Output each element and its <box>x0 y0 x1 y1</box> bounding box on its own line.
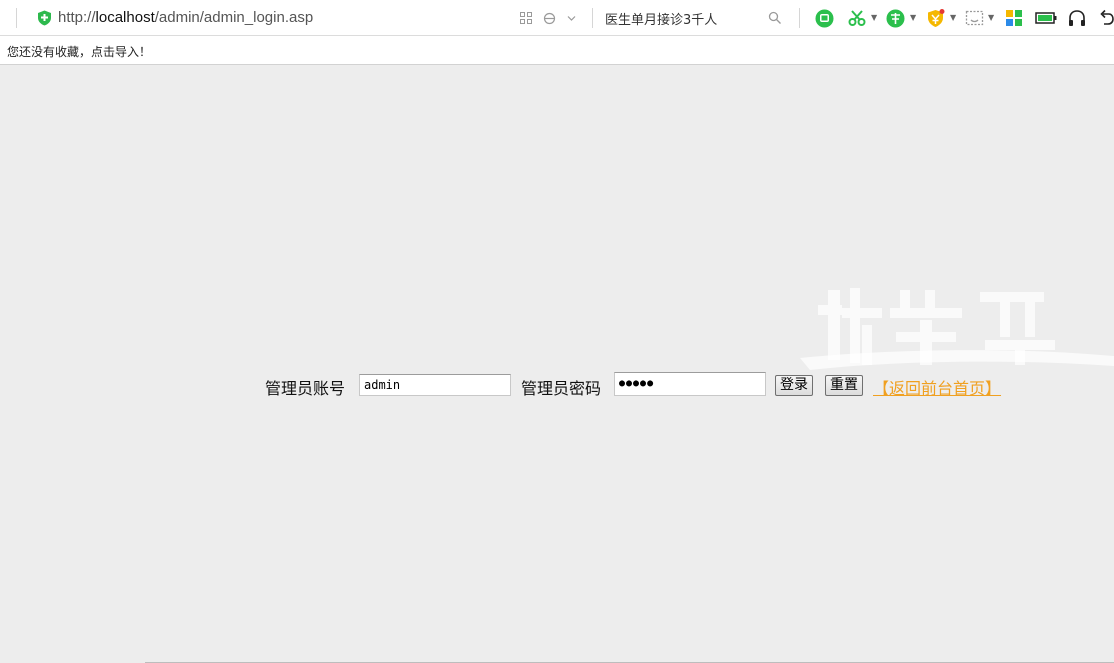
url-field[interactable]: http://localhost/admin/admin_login.asp <box>58 9 313 26</box>
scissors-icon[interactable] <box>848 9 866 27</box>
account-input[interactable]: admin <box>359 374 511 396</box>
import-bookmarks-link[interactable]: 您还没有收藏，点击导入！ <box>7 43 151 60</box>
screenshot-icon[interactable] <box>965 9 984 27</box>
divider <box>799 8 800 28</box>
chevron-down-icon[interactable] <box>567 10 576 27</box>
account-label: 管理员账号 <box>265 379 346 398</box>
divider <box>592 8 593 28</box>
wallet-shield-icon[interactable] <box>926 9 945 27</box>
ie-mode-icon[interactable] <box>543 10 556 29</box>
chat-extension-icon[interactable] <box>815 9 834 28</box>
undo-icon[interactable] <box>1099 9 1114 27</box>
login-form: 管理员账号 admin 管理员密码 ●●●●● 登录 重置 【返回前台首页】 <box>0 369 1114 399</box>
url-scheme: http:// <box>58 9 96 26</box>
chevron-down-icon[interactable]: ▼ <box>988 14 994 22</box>
qr-code-icon[interactable] <box>520 10 532 28</box>
search-input[interactable]: 医生单月接诊3千人 <box>605 9 717 28</box>
browser-address-bar: http://localhost/admin/admin_login.asp 医… <box>0 0 1114 36</box>
return-home-link[interactable]: 【返回前台首页】 <box>873 375 1001 399</box>
chevron-down-icon[interactable]: ▼ <box>871 14 877 22</box>
reset-button[interactable]: 重置 <box>825 375 863 396</box>
login-button[interactable]: 登录 <box>775 375 813 396</box>
headphones-icon[interactable] <box>1067 9 1087 27</box>
url-path: /admin/admin_login.asp <box>154 9 314 26</box>
translate-icon[interactable] <box>886 9 905 28</box>
password-input[interactable]: ●●●●● <box>614 372 766 396</box>
bookmark-bar: 您还没有收藏，点击导入！ <box>0 36 1114 65</box>
url-host: localhost <box>95 9 155 26</box>
divider <box>16 8 17 28</box>
chevron-down-icon[interactable]: ▼ <box>910 14 916 22</box>
shield-icon[interactable] <box>37 10 52 26</box>
chevron-down-icon[interactable]: ▼ <box>950 14 956 22</box>
search-icon[interactable] <box>768 10 782 24</box>
page-content: 管理员账号 admin 管理员密码 ●●●●● 登录 重置 【返回前台首页】 <box>0 65 1114 663</box>
battery-icon[interactable] <box>1035 9 1057 27</box>
apps-grid-icon[interactable] <box>1005 9 1023 27</box>
password-label: 管理员密码 <box>521 379 602 398</box>
